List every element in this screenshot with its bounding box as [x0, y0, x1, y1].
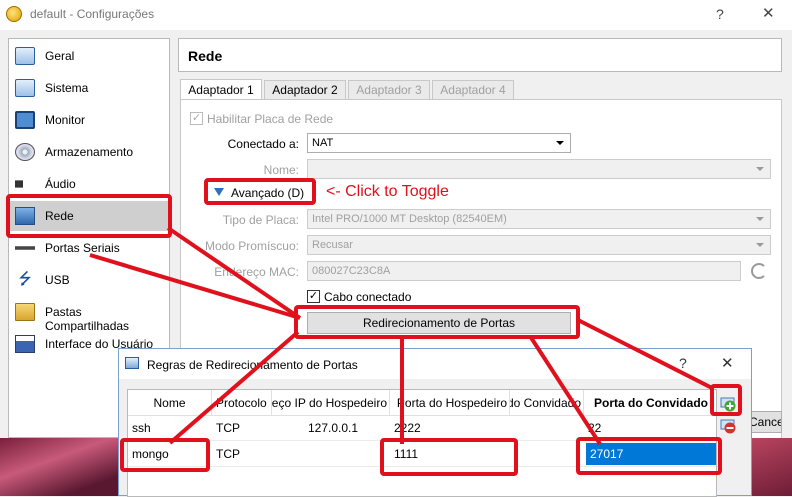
- highlight-add-rule: [710, 384, 742, 416]
- highlight-mongo: [120, 438, 210, 472]
- highlight-port-forwarding: [294, 305, 580, 339]
- highlight-host-port: [380, 438, 518, 476]
- annotation-note: <- Click to Toggle: [326, 183, 449, 200]
- highlight-rede: [6, 194, 172, 238]
- highlight-guest-port: [576, 437, 722, 475]
- highlight-advanced: [204, 178, 316, 205]
- annotation-lines: [89, 226, 713, 446]
